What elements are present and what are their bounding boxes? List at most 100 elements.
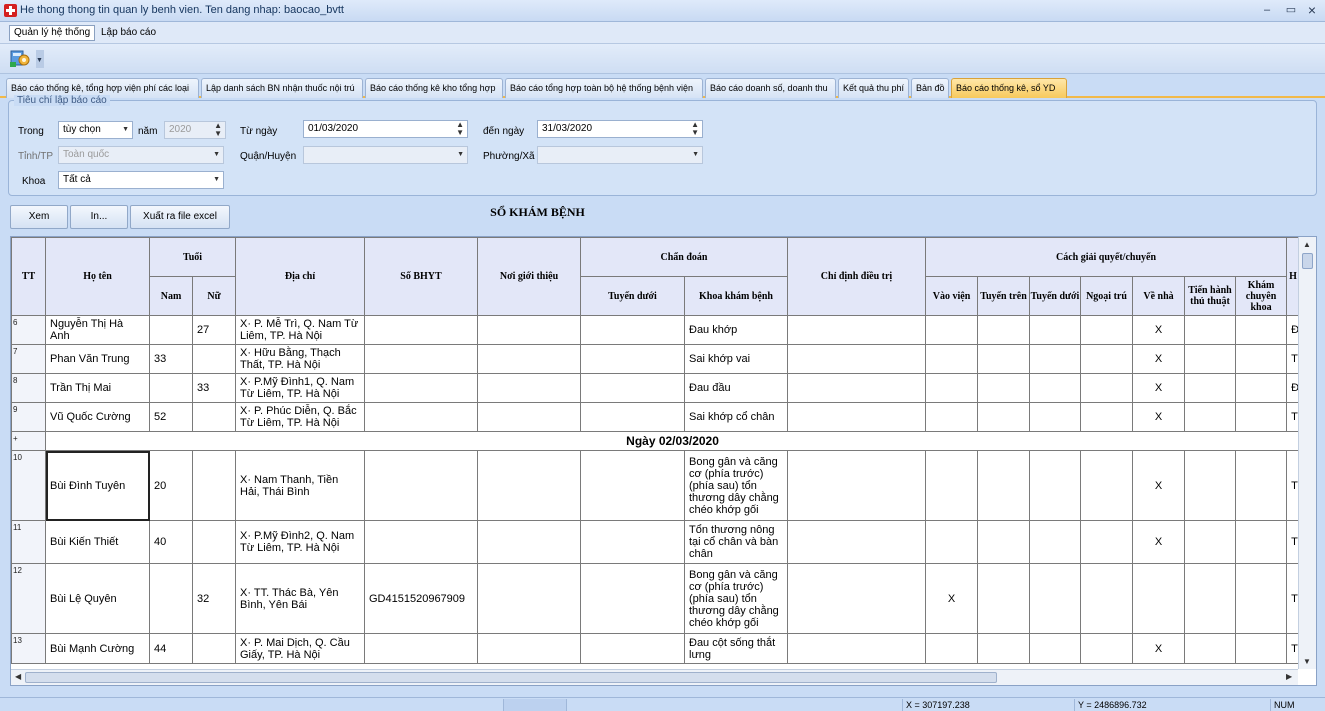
insurance-number[interactable] (364, 402, 478, 432)
referral-cell[interactable] (477, 520, 581, 564)
table-row[interactable]: 9 Vũ Quốc Cường 52 X· P. Phúc Diễn, Q. Bắc … (11, 402, 1301, 432)
referral-cell[interactable] (477, 450, 581, 521)
menu-system[interactable]: Quản lý hệ thống (9, 25, 96, 41)
treatment-cell[interactable] (787, 450, 926, 521)
col-admitted[interactable]: Vào viện (925, 276, 978, 316)
specialist-cell[interactable] (1234, 344, 1288, 374)
view-button[interactable]: Xem (10, 205, 68, 229)
outpatient-cell[interactable] (1080, 402, 1133, 432)
age-female[interactable]: 32 (192, 563, 236, 634)
age-male[interactable]: 52 (149, 402, 193, 432)
menu-report[interactable]: Lập báo cáo (96, 25, 161, 41)
upper-cell[interactable] (977, 315, 1030, 345)
outpatient-cell[interactable] (1080, 520, 1133, 564)
upper-cell[interactable] (977, 344, 1030, 374)
table-row[interactable]: 12 Bùi Lệ Quyên 32 X· TT. Thác Bà, Yên Bình… (11, 563, 1301, 634)
insurance-number[interactable] (364, 373, 478, 403)
age-male[interactable]: 44 (149, 633, 193, 664)
upper-cell[interactable] (977, 450, 1030, 521)
upper-cell[interactable] (977, 563, 1030, 634)
admitted-mark[interactable] (925, 373, 978, 403)
export-excel-button[interactable]: Xuất ra file excel (130, 205, 230, 229)
scroll-down-icon[interactable]: ▼ (1303, 657, 1311, 666)
age-male[interactable]: 20 (149, 450, 193, 521)
patient-name[interactable]: Bùi Lệ Quyên (45, 563, 150, 634)
horizontal-scroll-thumb[interactable] (25, 672, 997, 683)
clinic-diagnosis[interactable]: Tổn thương nông tại cổ chân và bàn chân (684, 520, 788, 564)
patient-name[interactable]: Bùi Mạnh Cường (45, 633, 150, 664)
lower-cell[interactable] (1029, 315, 1081, 345)
home-mark[interactable]: X (1132, 450, 1185, 521)
treatment-cell[interactable] (787, 373, 926, 403)
admitted-mark[interactable]: X (925, 563, 978, 634)
age-female[interactable] (192, 633, 236, 664)
clinic-diagnosis[interactable]: Bong gân và căng cơ (phía trước) (phía s… (684, 450, 788, 521)
procedure-cell[interactable] (1184, 373, 1236, 403)
col-name[interactable]: Họ tên (45, 237, 150, 316)
patient-name[interactable]: Bùi Kiến Thiết (45, 520, 150, 564)
col-lower-level[interactable]: Tuyến dưới (580, 276, 685, 316)
report-table[interactable]: TT Họ tên Tuổi Địa chỉ Số BHYT Nơi giới … (10, 236, 1317, 686)
to-date-picker[interactable]: 31/03/2020 ▲ ▼ (537, 120, 703, 138)
lower-level-cell[interactable] (580, 344, 685, 374)
tab-fee-results[interactable]: Kết quả thu phí (838, 78, 909, 98)
clinic-diagnosis[interactable]: Đau cột sống thắt lưng (684, 633, 788, 664)
from-date-picker[interactable]: 01/03/2020 ▲ ▼ (303, 120, 468, 138)
col-lower[interactable]: Tuyến dưới (1029, 276, 1081, 316)
expand-toggle[interactable]: + (11, 431, 46, 451)
period-select[interactable]: tùy chọn ▼ (58, 121, 133, 139)
admitted-mark[interactable] (925, 315, 978, 345)
treatment-cell[interactable] (787, 315, 926, 345)
home-mark[interactable]: X (1132, 344, 1185, 374)
home-mark[interactable]: X (1132, 633, 1185, 664)
patient-address[interactable]: X· P. Mễ Trì, Q. Nam Từ Liêm, TP. Hà Nội (235, 315, 365, 345)
patient-address[interactable]: X· P.Mỹ Đình1, Q. Nam Từ Liêm, TP. Hà Nộ… (235, 373, 365, 403)
tab-inpatient-medicine[interactable]: Lập danh sách BN nhận thuốc nội trú (201, 78, 363, 98)
procedure-cell[interactable] (1184, 315, 1236, 345)
col-upper[interactable]: Tuyến trên (977, 276, 1030, 316)
tab-warehouse-report[interactable]: Báo cáo thống kê kho tổng hợp (365, 78, 503, 98)
treatment-cell[interactable] (787, 520, 926, 564)
col-address[interactable]: Địa chỉ (235, 237, 365, 316)
admitted-mark[interactable] (925, 520, 978, 564)
age-female[interactable] (192, 344, 236, 374)
clinic-diagnosis[interactable]: Đau khớp (684, 315, 788, 345)
outpatient-cell[interactable] (1080, 373, 1133, 403)
scroll-right-icon[interactable]: ▶ (1286, 672, 1292, 681)
horizontal-scrollbar[interactable]: ◀ ▶ (11, 669, 1298, 685)
admitted-mark[interactable] (925, 633, 978, 664)
lower-level-cell[interactable] (580, 402, 685, 432)
lower-cell[interactable] (1029, 402, 1081, 432)
col-age[interactable]: Tuổi (149, 237, 236, 277)
clinic-diagnosis[interactable]: Sai khớp cổ chân (684, 402, 788, 432)
lower-cell[interactable] (1029, 450, 1081, 521)
close-button[interactable]: × (1302, 2, 1322, 18)
admitted-mark[interactable] (925, 402, 978, 432)
patient-address[interactable]: X· TT. Thác Bà, Yên Bình, Yên Bái (235, 563, 365, 634)
age-female[interactable] (192, 520, 236, 564)
outpatient-cell[interactable] (1080, 344, 1133, 374)
insurance-number[interactable] (364, 520, 478, 564)
specialist-cell[interactable] (1234, 450, 1288, 521)
lower-level-cell[interactable] (580, 633, 685, 664)
procedure-cell[interactable] (1184, 402, 1236, 432)
col-resolution[interactable]: Cách giải quyết/chuyển (924, 237, 1288, 277)
print-button[interactable]: In... (70, 205, 128, 229)
insurance-number[interactable]: GD4151520967909 (364, 563, 478, 634)
specialist-cell[interactable] (1234, 633, 1288, 664)
referral-cell[interactable] (477, 633, 581, 664)
col-procedure[interactable]: Tiến hành thủ thuật (1184, 276, 1236, 316)
clinic-diagnosis[interactable]: Sai khớp vai (684, 344, 788, 374)
col-home[interactable]: Về nhà (1132, 276, 1185, 316)
patient-address[interactable]: X· P.Mỹ Đình2, Q. Nam Từ Liêm, TP. Hà Nộ… (235, 520, 365, 564)
age-male[interactable] (149, 563, 193, 634)
settings-user-icon[interactable] (9, 48, 31, 68)
clinic-diagnosis[interactable]: Bong gân và căng cơ (phía trước) (phía s… (684, 563, 788, 634)
patient-address[interactable]: X· Nam Thanh, Tiền Hải, Thái Bình (235, 450, 365, 521)
col-age-male[interactable]: Nam (149, 276, 193, 316)
col-specialist[interactable]: Khám chuyên khoa (1234, 276, 1288, 316)
tab-map[interactable]: Bản đồ (911, 78, 949, 98)
col-bhyt[interactable]: Số BHYT (364, 237, 478, 316)
outpatient-cell[interactable] (1080, 633, 1133, 664)
upper-cell[interactable] (977, 633, 1030, 664)
